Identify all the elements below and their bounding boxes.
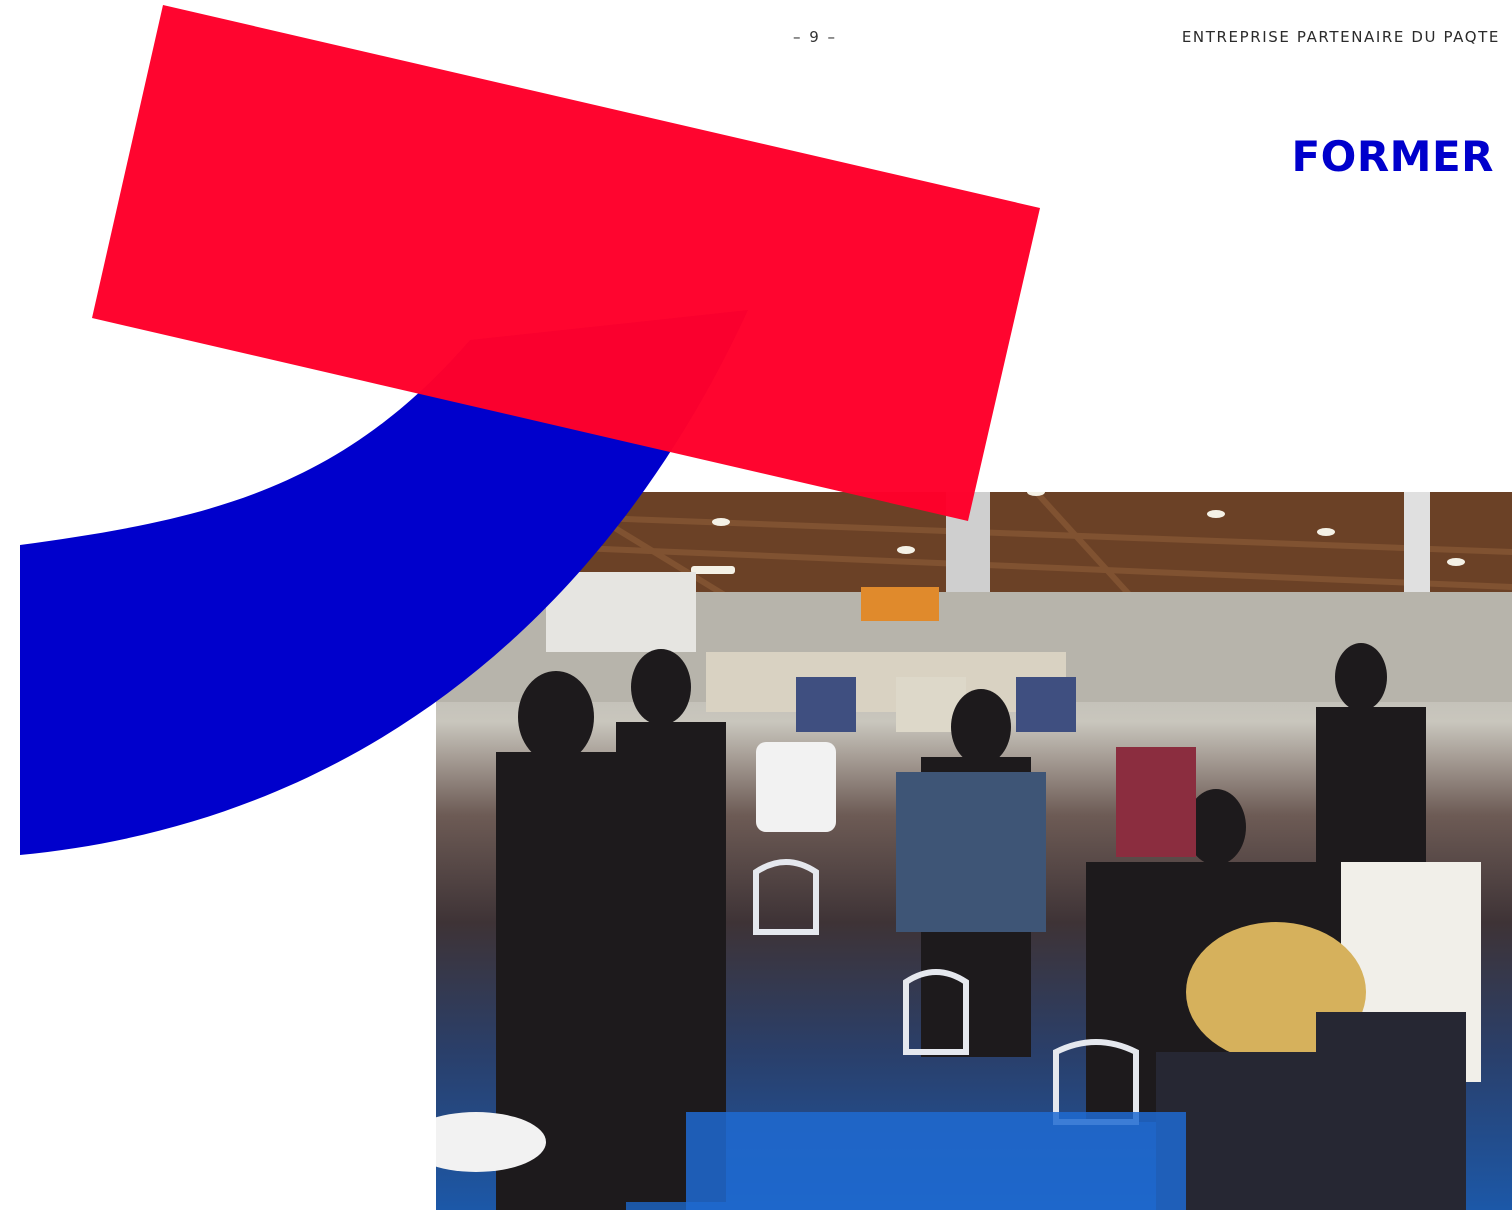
- photo-scene: [436, 492, 1512, 1210]
- job-fair-photo: [436, 492, 1512, 1210]
- page-number: – 9 –: [792, 28, 838, 46]
- running-header: ENTREPRISE PARTENAIRE DU PAQTE: [1181, 28, 1500, 46]
- document-page: { "header": { "page_number": "– 9 –", "r…: [0, 0, 1512, 1210]
- red-band-shape: [92, 5, 1040, 521]
- section-title: FORMER: [1291, 132, 1494, 181]
